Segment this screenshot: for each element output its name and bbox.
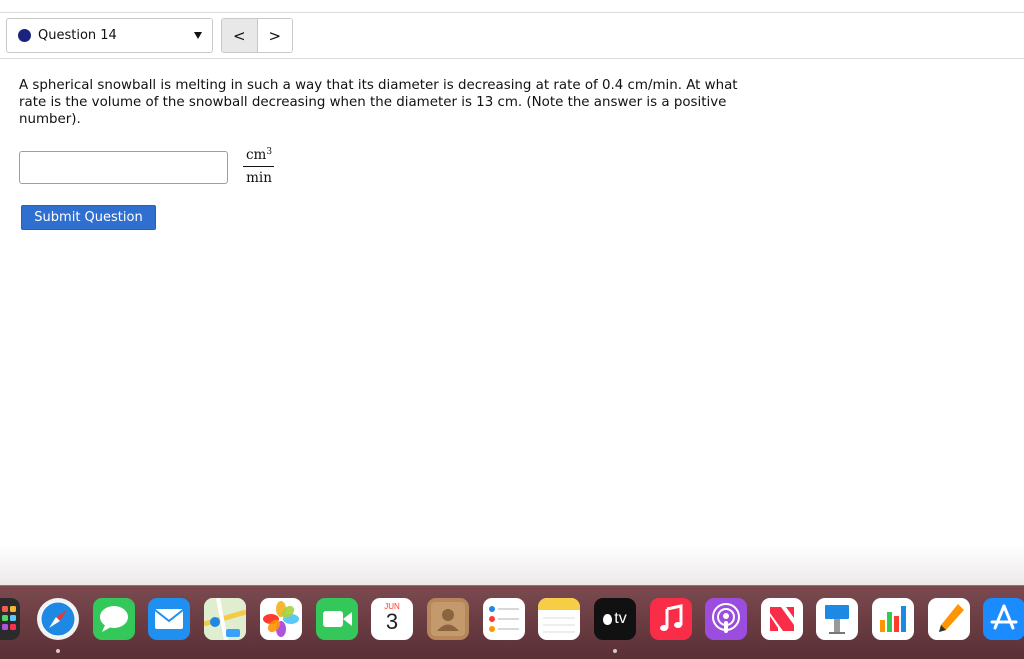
unit-numerator-text: cm bbox=[245, 147, 267, 163]
notes-icon[interactable] bbox=[538, 598, 580, 640]
desktop-background bbox=[0, 545, 1024, 585]
answer-unit: cm3 min bbox=[243, 146, 275, 186]
fraction-bar bbox=[243, 166, 274, 167]
next-question-button[interactable]: > bbox=[257, 19, 292, 52]
calendar-icon[interactable]: JUN 3 bbox=[371, 598, 413, 640]
podcasts-icon[interactable] bbox=[705, 598, 747, 640]
dock: JUN 3 tv bbox=[0, 585, 1024, 659]
keynote-icon[interactable] bbox=[816, 598, 858, 640]
question-text: A spherical snowball is melting in such … bbox=[19, 78, 738, 127]
nav-divider bbox=[0, 58, 1024, 59]
facetime-icon[interactable] bbox=[316, 598, 358, 640]
photos-icon[interactable] bbox=[260, 598, 302, 640]
answer-input[interactable] bbox=[19, 151, 228, 184]
top-divider bbox=[0, 12, 1024, 13]
maps-icon[interactable] bbox=[204, 598, 246, 640]
calendar-day: 3 bbox=[385, 609, 399, 634]
status-dot-icon bbox=[18, 29, 31, 42]
apple-tv-icon[interactable]: tv bbox=[594, 598, 636, 640]
dropdown-caret-icon bbox=[194, 32, 202, 39]
apple-logo-icon bbox=[603, 613, 613, 625]
launchpad-icon[interactable] bbox=[0, 598, 20, 640]
numbers-icon[interactable] bbox=[872, 598, 914, 640]
reminders-icon[interactable] bbox=[483, 598, 525, 640]
mail-icon[interactable] bbox=[148, 598, 190, 640]
safari-running-indicator bbox=[56, 649, 60, 653]
question-select-label: Question 14 bbox=[38, 28, 117, 43]
submit-question-button[interactable]: Submit Question bbox=[21, 205, 156, 230]
question-pager: < > bbox=[221, 18, 293, 53]
previous-question-button[interactable]: < bbox=[222, 19, 258, 52]
news-icon[interactable] bbox=[761, 598, 803, 640]
messages-icon[interactable] bbox=[93, 598, 135, 640]
unit-exponent: 3 bbox=[266, 147, 273, 157]
app-store-icon[interactable] bbox=[983, 598, 1024, 640]
pages-icon[interactable] bbox=[928, 598, 970, 640]
safari-icon[interactable] bbox=[37, 598, 79, 640]
music-icon[interactable] bbox=[650, 598, 692, 640]
apple-tv-running-indicator bbox=[613, 649, 617, 653]
unit-numerator: cm3 bbox=[243, 146, 275, 164]
question-select[interactable]: Question 14 bbox=[6, 18, 213, 53]
unit-denominator: min bbox=[246, 170, 272, 186]
contacts-icon[interactable] bbox=[427, 598, 469, 640]
tv-label: tv bbox=[614, 610, 627, 627]
